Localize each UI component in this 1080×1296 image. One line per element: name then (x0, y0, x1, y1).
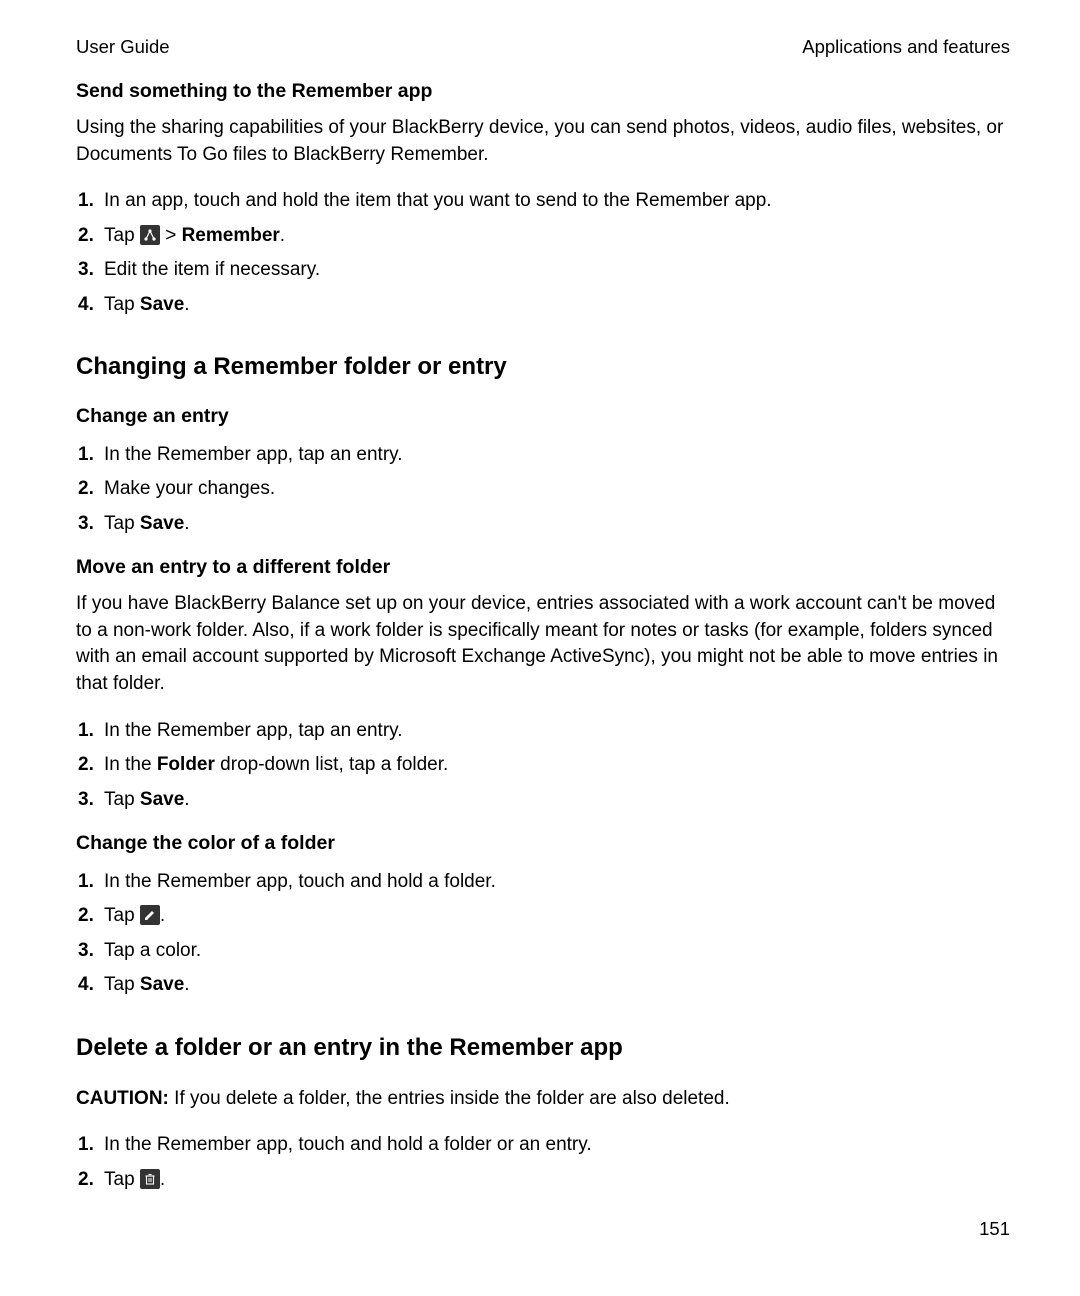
section2-sub1-title: Change an entry (76, 405, 1010, 428)
section3-title: Delete a folder or an entry in the Remem… (76, 1034, 1010, 1062)
list-item: 4.Tap Save. (78, 290, 1010, 319)
list-item: 2.Tap . (78, 901, 1010, 930)
list-item: 1.In the Remember app, tap an entry. (78, 716, 1010, 745)
edit-icon (140, 905, 160, 925)
section2-sub2-title: Move an entry to a different folder (76, 556, 1010, 579)
list-item: 2.Make your changes. (78, 474, 1010, 503)
list-item: 3.Tap Save. (78, 785, 1010, 814)
section1-title: Send something to the Remember app (76, 80, 1010, 103)
header-left: User Guide (76, 36, 170, 58)
list-item: 2.Tap . (78, 1165, 1010, 1194)
section2-sub2-para: If you have BlackBerry Balance set up on… (76, 591, 1010, 697)
list-item: 1.In the Remember app, tap an entry. (78, 440, 1010, 469)
list-item: 1.In an app, touch and hold the item tha… (78, 186, 1010, 215)
page-header: User Guide Applications and features (76, 36, 1010, 58)
share-icon (140, 225, 160, 245)
list-item: 1.In the Remember app, touch and hold a … (78, 867, 1010, 896)
list-item: 3.Edit the item if necessary. (78, 255, 1010, 284)
page-number: 151 (979, 1218, 1010, 1240)
list-item: 4.Tap Save. (78, 970, 1010, 999)
section2-sub3-steps: 1.In the Remember app, touch and hold a … (76, 867, 1010, 1000)
header-right: Applications and features (802, 36, 1010, 58)
list-item: 3.Tap Save. (78, 509, 1010, 538)
list-item: 3.Tap a color. (78, 936, 1010, 965)
section3-para: CAUTION: If you delete a folder, the ent… (76, 1086, 1010, 1113)
list-item: 2.Tap > Remember. (78, 221, 1010, 250)
section1-para: Using the sharing capabilities of your B… (76, 115, 1010, 168)
list-item: 2.In the Folder drop-down list, tap a fo… (78, 750, 1010, 779)
trash-icon (140, 1169, 160, 1189)
list-item: 1.In the Remember app, touch and hold a … (78, 1130, 1010, 1159)
section2-sub3-title: Change the color of a folder (76, 832, 1010, 855)
section2-title: Changing a Remember folder or entry (76, 353, 1010, 381)
section1-steps: 1.In an app, touch and hold the item tha… (76, 186, 1010, 319)
section2-sub1-steps: 1.In the Remember app, tap an entry. 2.M… (76, 440, 1010, 538)
section2-sub2-steps: 1.In the Remember app, tap an entry. 2.I… (76, 716, 1010, 814)
section3-steps: 1.In the Remember app, touch and hold a … (76, 1130, 1010, 1194)
